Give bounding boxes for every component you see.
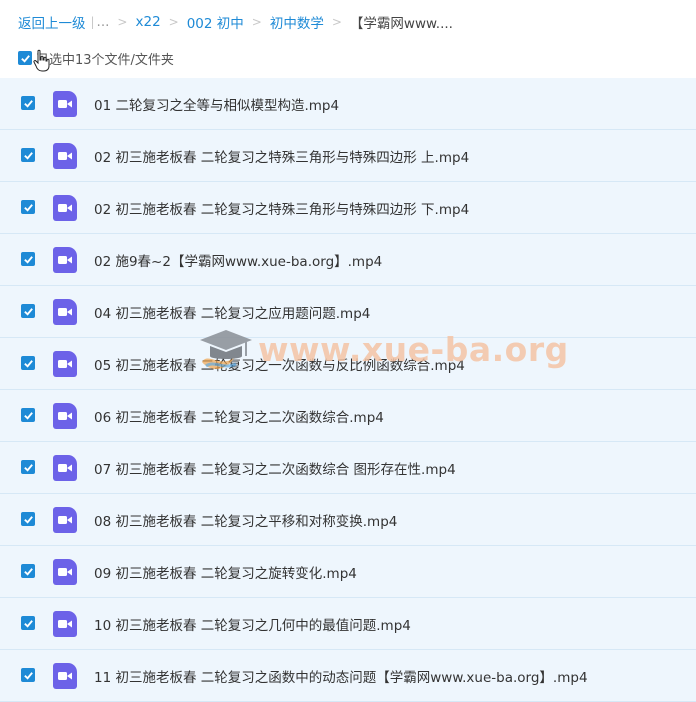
breadcrumb-current: 【学霸网www....	[349, 16, 453, 32]
file-checkbox[interactable]	[21, 408, 35, 422]
check-icon	[23, 203, 33, 212]
video-file-icon	[53, 403, 77, 429]
breadcrumb-ellipsis[interactable]: ...	[97, 14, 110, 30]
file-name[interactable]: 05 初三施老板春 二轮复习之一次函数与反比例函数综合.mp4	[94, 354, 465, 374]
file-name[interactable]: 07 初三施老板春 二轮复习之二次函数综合 图形存在性.mp4	[94, 458, 456, 478]
file-name[interactable]: 01 二轮复习之全等与相似模型构造.mp4	[94, 94, 339, 114]
file-list: 01 二轮复习之全等与相似模型构造.mp4 02 初三施老板春 二轮复习之特殊三角…	[0, 78, 696, 702]
check-icon	[23, 463, 33, 472]
file-row[interactable]: 02 施9春~2【学霸网www.xue-ba.org】.mp4	[0, 234, 696, 286]
breadcrumb-item-x22[interactable]: x22	[135, 14, 160, 30]
file-checkbox[interactable]	[21, 252, 35, 266]
file-row[interactable]: 05 初三施老板春 二轮复习之一次函数与反比例函数综合.mp4	[0, 338, 696, 390]
file-checkbox[interactable]	[21, 616, 35, 630]
file-name[interactable]: 08 初三施老板春 二轮复习之平移和对称变换.mp4	[94, 510, 397, 530]
file-row[interactable]: 02 初三施老板春 二轮复习之特殊三角形与特殊四边形 下.mp4	[0, 182, 696, 234]
breadcrumb-divider: |	[90, 15, 95, 29]
video-file-icon	[53, 299, 77, 325]
video-file-icon	[53, 351, 77, 377]
file-row[interactable]: 08 初三施老板春 二轮复习之平移和对称变换.mp4	[0, 494, 696, 546]
file-checkbox[interactable]	[21, 356, 35, 370]
check-icon	[23, 307, 33, 316]
breadcrumb-item-junior-high[interactable]: 002 初中	[187, 12, 244, 32]
video-file-icon	[53, 455, 77, 481]
file-row[interactable]: 06 初三施老板春 二轮复习之二次函数综合.mp4	[0, 390, 696, 442]
video-file-icon	[53, 663, 77, 689]
chevron-right-icon: >	[331, 15, 342, 29]
chevron-right-icon: >	[117, 15, 128, 29]
file-checkbox[interactable]	[21, 564, 35, 578]
file-name[interactable]: 04 初三施老板春 二轮复习之应用题问题.mp4	[94, 302, 370, 322]
file-name[interactable]: 11 初三施老板春 二轮复习之函数中的动态问题【学霸网www.xue-ba.or…	[94, 666, 588, 686]
file-row[interactable]: 07 初三施老板春 二轮复习之二次函数综合 图形存在性.mp4	[0, 442, 696, 494]
video-file-icon	[53, 507, 77, 533]
video-file-icon	[53, 247, 77, 273]
video-file-icon	[53, 91, 77, 117]
check-icon	[20, 54, 30, 63]
back-link[interactable]: 返回上一级	[18, 12, 86, 32]
file-row[interactable]: 09 初三施老板春 二轮复习之旋转变化.mp4	[0, 546, 696, 598]
file-row[interactable]: 11 初三施老板春 二轮复习之函数中的动态问题【学霸网www.xue-ba.or…	[0, 650, 696, 702]
file-name[interactable]: 06 初三施老板春 二轮复习之二次函数综合.mp4	[94, 406, 384, 426]
chevron-right-icon: >	[251, 15, 262, 29]
file-name[interactable]: 02 施9春~2【学霸网www.xue-ba.org】.mp4	[94, 250, 382, 270]
select-all-checkbox[interactable]	[18, 51, 32, 65]
check-icon	[23, 255, 33, 264]
check-icon	[23, 359, 33, 368]
chevron-right-icon: >	[168, 15, 179, 29]
file-name[interactable]: 02 初三施老板春 二轮复习之特殊三角形与特殊四边形 下.mp4	[94, 198, 469, 218]
video-file-icon	[53, 195, 77, 221]
file-row[interactable]: 04 初三施老板春 二轮复习之应用题问题.mp4	[0, 286, 696, 338]
file-checkbox[interactable]	[21, 460, 35, 474]
file-row[interactable]: 02 初三施老板春 二轮复习之特殊三角形与特殊四边形 上.mp4	[0, 130, 696, 182]
file-checkbox[interactable]	[21, 304, 35, 318]
check-icon	[23, 411, 33, 420]
breadcrumb: 返回上一级 | ... > x22 > 002 初中 > 初中数学 > 【学霸网…	[18, 12, 453, 32]
file-checkbox[interactable]	[21, 148, 35, 162]
check-icon	[23, 567, 33, 576]
file-name[interactable]: 02 初三施老板春 二轮复习之特殊三角形与特殊四边形 上.mp4	[94, 146, 469, 166]
check-icon	[23, 671, 33, 680]
file-name[interactable]: 10 初三施老板春 二轮复习之几何中的最值问题.mp4	[94, 614, 411, 634]
file-name[interactable]: 09 初三施老板春 二轮复习之旋转变化.mp4	[94, 562, 357, 582]
hand-cursor-icon	[33, 49, 50, 72]
video-file-icon	[53, 143, 77, 169]
file-checkbox[interactable]	[21, 96, 35, 110]
check-icon	[23, 99, 33, 108]
video-file-icon	[53, 559, 77, 585]
breadcrumb-item-math[interactable]: 初中数学	[270, 12, 324, 32]
file-row[interactable]: 10 初三施老板春 二轮复习之几何中的最值问题.mp4	[0, 598, 696, 650]
selection-count-label: 已选中13个文件/文件夹	[36, 52, 174, 68]
file-checkbox[interactable]	[21, 512, 35, 526]
check-icon	[23, 151, 33, 160]
file-row[interactable]: 01 二轮复习之全等与相似模型构造.mp4	[0, 78, 696, 130]
check-icon	[23, 619, 33, 628]
check-icon	[23, 515, 33, 524]
file-checkbox[interactable]	[21, 200, 35, 214]
file-checkbox[interactable]	[21, 668, 35, 682]
video-file-icon	[53, 611, 77, 637]
